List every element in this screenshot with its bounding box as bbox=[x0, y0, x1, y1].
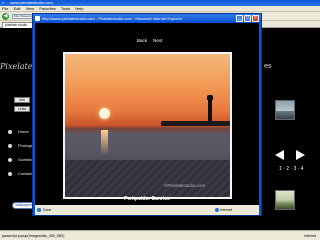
close-icon[interactable]: × bbox=[252, 15, 259, 22]
next-link[interactable]: Next bbox=[153, 38, 162, 43]
menu-view[interactable]: View bbox=[26, 6, 35, 11]
ie-logo-icon: e bbox=[2, 0, 5, 5]
photo-frame: ©Pixelatestudio.com bbox=[63, 52, 232, 199]
lighthouse-shape bbox=[208, 99, 212, 123]
horizon-land-shape bbox=[161, 121, 230, 126]
status-zone: Internet bbox=[304, 234, 316, 238]
mudflat-shape bbox=[65, 160, 230, 197]
next-arrow-icon[interactable] bbox=[296, 150, 305, 160]
menu-edit[interactable]: Edit bbox=[14, 6, 21, 11]
popup-title: http://www.pixelatestudio.com - Pixelate… bbox=[42, 16, 183, 21]
popup-content: Back Next ©Pixelatestudio.com Perkpolder… bbox=[35, 23, 259, 205]
background-window-title: www.pixelatestudio.com bbox=[10, 0, 53, 5]
background-status-bar: javascript:popup('images/dsc_450_550') I… bbox=[0, 230, 320, 240]
sunrise-photo: ©Pixelatestudio.com bbox=[65, 54, 230, 197]
popup-status-bar: Done Internet bbox=[35, 205, 259, 215]
maximize-icon[interactable]: □ bbox=[244, 15, 251, 22]
nav-bullet-icon bbox=[8, 158, 12, 162]
page-numbers[interactable]: 1 · 2 · 3 · 4 bbox=[279, 166, 303, 172]
menu-file[interactable]: File bbox=[2, 6, 8, 11]
info-button[interactable]: Info bbox=[14, 97, 30, 103]
internet-zone: Internet bbox=[215, 205, 232, 215]
status-done: Done bbox=[43, 208, 52, 212]
gallery-thumbnail[interactable] bbox=[275, 190, 295, 210]
popup-titlebar[interactable]: http://www.pixelatestudio.com - Pixelate… bbox=[33, 14, 261, 23]
nav-bullet-icon bbox=[8, 144, 12, 148]
page-icon bbox=[35, 16, 40, 21]
menu-help[interactable]: Help bbox=[75, 6, 83, 11]
minimize-icon[interactable]: _ bbox=[236, 15, 243, 22]
photo-watermark: ©Pixelatestudio.com bbox=[164, 183, 206, 188]
site-logo-right-fragment: es bbox=[264, 62, 272, 70]
photo-caption: Perkpolder Sunrise bbox=[124, 196, 170, 202]
nav-bullet-icon bbox=[8, 130, 12, 134]
page-done-icon bbox=[37, 208, 41, 212]
nav-contact-label: Contact bbox=[18, 171, 32, 176]
menu-favorites[interactable]: Favorites bbox=[39, 6, 55, 11]
sun-reflection-shape bbox=[101, 130, 108, 154]
previous-arrow-icon[interactable] bbox=[275, 150, 284, 160]
links-button[interactable]: Links bbox=[14, 106, 30, 112]
menu-tools[interactable]: Tools bbox=[61, 6, 70, 11]
status-link-text: javascript:popup('images/dsc_450_550') bbox=[2, 234, 65, 238]
back-link[interactable]: Back bbox=[137, 38, 147, 43]
nav-bullet-icon bbox=[8, 172, 12, 176]
back-arrow-icon[interactable]: ◀ bbox=[2, 13, 9, 20]
image-popup-window: http://www.pixelatestudio.com - Pixelate… bbox=[32, 13, 262, 216]
sun-shape bbox=[99, 108, 110, 119]
nav-home-label: Home bbox=[18, 129, 29, 134]
gallery-thumbnail[interactable] bbox=[275, 100, 295, 120]
